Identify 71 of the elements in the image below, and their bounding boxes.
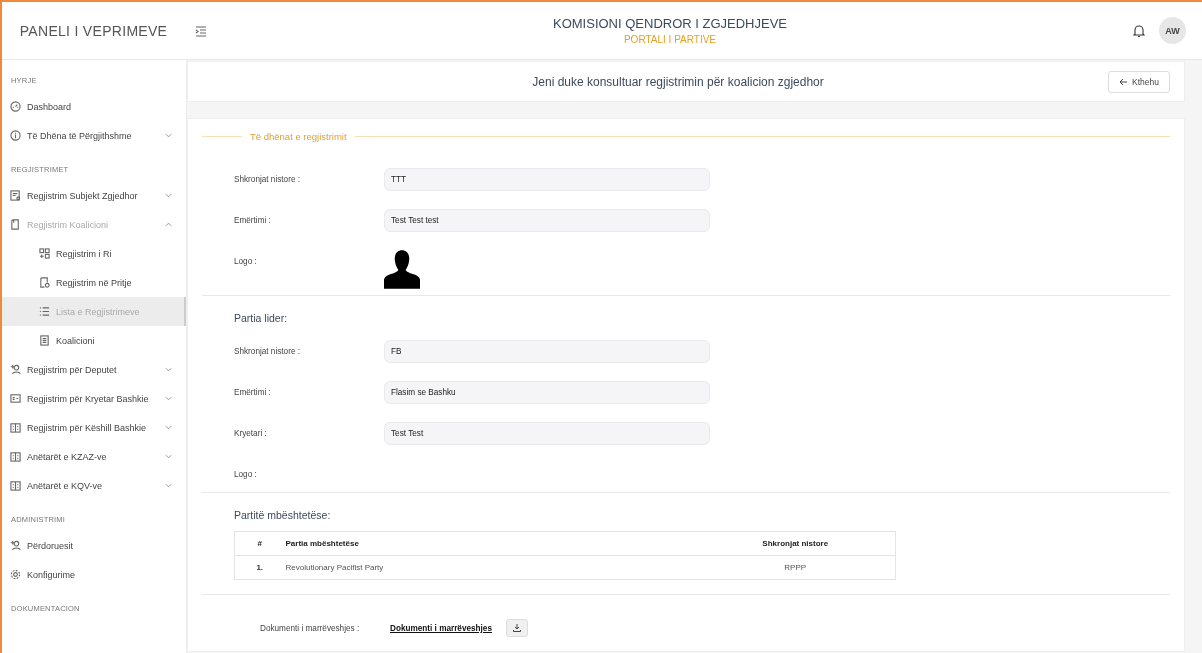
settings-icon — [10, 569, 21, 580]
sidebar-item[interactable]: Anëtarët e KZAZ-ve — [2, 442, 186, 471]
back-button[interactable]: Kthehu — [1108, 70, 1170, 93]
field-label: Emërtimi : — [234, 215, 272, 225]
app-subtitle: PORTALI I PARTIVE — [623, 34, 717, 45]
sidebar-item[interactable]: Dashboard — [2, 92, 186, 121]
chevron-down-icon — [165, 366, 172, 373]
section-legend: Të dhënat e regjistrimit — [250, 131, 347, 142]
column-header: Partia mbështetëse — [284, 531, 696, 556]
column-header: Shkronjat nistore — [695, 531, 896, 556]
building-icon — [10, 480, 21, 491]
bell-icon[interactable] — [1133, 23, 1145, 38]
sidebar-item[interactable]: Regjistrim për Deputet — [2, 355, 186, 384]
sidebar-item[interactable]: Anëtarët e KQV-ve — [2, 471, 186, 500]
field-label: Kryetari : — [234, 428, 268, 438]
input-field: TTT — [384, 168, 710, 191]
chevron-down-icon — [165, 482, 172, 489]
table-cell: 1. — [234, 555, 285, 580]
file-icon — [10, 219, 21, 230]
sidebar-item[interactable]: Përdoruesit — [2, 531, 186, 560]
document-icon — [39, 277, 50, 288]
sidebar-item[interactable]: Koalicioni — [2, 326, 186, 355]
input-field: FB — [384, 340, 710, 363]
column-header: # — [234, 531, 285, 556]
sidebar-item[interactable]: Regjistrim Subjekt Zgjedhor — [2, 181, 186, 210]
sidebar-item[interactable]: Konfigurime — [2, 560, 186, 589]
table-cell: RPPP — [695, 555, 896, 580]
users-icon — [10, 364, 21, 375]
sidebar-item[interactable]: Regjistrim për Këshill Bashkie — [2, 413, 186, 442]
chevron-down-icon — [165, 192, 172, 199]
field-label: Shkronjat nistore : — [234, 346, 301, 356]
document-link[interactable]: Dokumenti i marrëveshjes — [390, 623, 492, 633]
silhouette-icon — [384, 250, 420, 289]
arrow-left-icon — [1119, 77, 1129, 86]
users-icon — [10, 540, 21, 551]
sidebar-item[interactable]: Regjistrim i Ri — [2, 239, 186, 268]
chevron-down-icon — [165, 132, 172, 139]
input-field: Flasim se Bashku — [384, 381, 710, 404]
field-label: Emërtimi : — [234, 387, 272, 397]
form-icon — [10, 190, 21, 201]
table-cell: Revolutionary Pacifist Party — [284, 555, 696, 580]
grid-icon — [39, 248, 50, 259]
list-icon — [39, 306, 50, 317]
chevron-down-icon — [165, 424, 172, 431]
building-icon — [10, 422, 21, 433]
user-avatar[interactable]: AW — [1159, 17, 1186, 44]
page-title: Jeni duke konsultuar regjistrimin për koalicion zgjedhor — [531, 74, 825, 89]
id-card-icon — [10, 393, 21, 404]
field-label: Dokumenti i marrëveshjes : — [260, 623, 361, 633]
chevron-up-icon — [165, 221, 172, 228]
download-button[interactable] — [505, 619, 528, 637]
info-icon — [10, 130, 21, 141]
field-label: Logo : — [234, 469, 258, 479]
section-heading: Partitë mbështetëse: — [234, 509, 332, 521]
chevron-down-icon — [165, 395, 172, 402]
menu-icon[interactable] — [195, 24, 207, 37]
field-label: Shkronjat nistore : — [234, 174, 301, 184]
input-field: Test Test — [384, 422, 710, 445]
sidebar-item[interactable]: Regjistrim në Pritje — [2, 268, 186, 297]
building-icon — [10, 451, 21, 462]
field-label: Logo : — [234, 256, 258, 266]
sidebar-item[interactable]: Të Dhëna të Përgjithshme — [2, 121, 186, 150]
chevron-down-icon — [165, 453, 172, 460]
brand-title: PANELI I VEPRIMEVE — [18, 22, 169, 39]
gauge-icon — [10, 101, 21, 112]
document-icon — [39, 335, 50, 346]
input-field: Test Test test — [384, 209, 710, 232]
download-icon — [512, 624, 521, 632]
app-title: KOMISIONI QENDROR I ZGJEDHJEVE — [553, 16, 787, 31]
section-heading: Partia lider: — [234, 312, 289, 324]
sidebar-item[interactable]: Regjistrim për Kryetar Bashkie — [2, 384, 186, 413]
